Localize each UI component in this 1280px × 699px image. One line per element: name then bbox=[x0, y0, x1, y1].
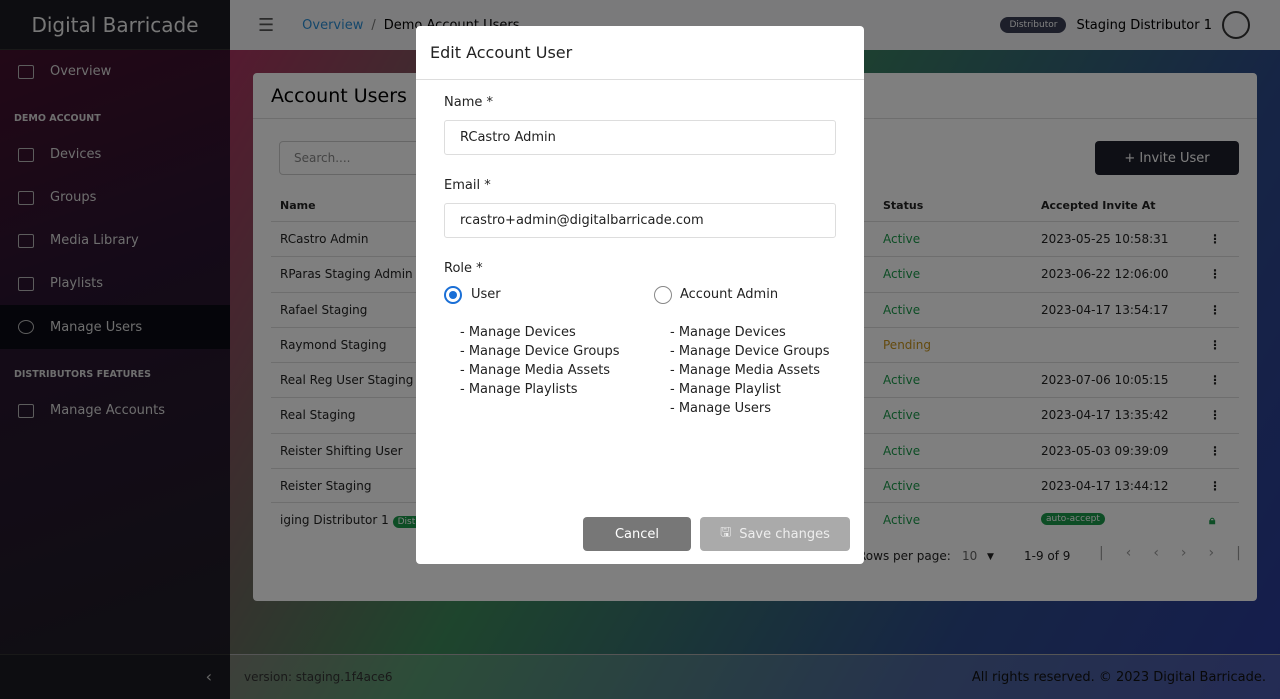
permission-item: - Manage Devices bbox=[460, 325, 576, 340]
email-input[interactable]: rcastro+admin@digitalbarricade.com bbox=[444, 203, 836, 238]
permission-item: - Manage Device Groups bbox=[670, 344, 830, 359]
admin-permissions: - Manage Devices - Manage Device Groups - … bbox=[670, 323, 830, 418]
role-account-admin-radio[interactable] bbox=[654, 286, 672, 304]
permission-item: - Manage Device Groups bbox=[460, 344, 620, 359]
user-permissions: - Manage Devices - Manage Device Groups - … bbox=[460, 323, 620, 399]
email-label: Email * bbox=[444, 178, 491, 193]
permission-item: - Manage Playlists bbox=[460, 382, 578, 397]
edit-account-user-dialog: Edit Account User Name * RCastro Admin E… bbox=[416, 26, 864, 564]
role-admin-label[interactable]: Account Admin bbox=[680, 287, 778, 302]
permission-item: - Manage Playlist bbox=[670, 382, 781, 397]
permission-item: - Manage Media Assets bbox=[670, 363, 821, 378]
role-label: Role * bbox=[444, 261, 483, 276]
permission-item: - Manage Devices bbox=[670, 325, 786, 340]
dialog-title: Edit Account User bbox=[416, 26, 864, 80]
role-user-label[interactable]: User bbox=[471, 287, 501, 302]
role-user-radio[interactable] bbox=[444, 286, 462, 304]
name-input[interactable]: RCastro Admin bbox=[444, 120, 836, 155]
name-label: Name * bbox=[444, 95, 493, 110]
permission-item: - Manage Media Assets bbox=[460, 363, 611, 378]
permission-item: - Manage Users bbox=[670, 401, 771, 416]
cancel-button[interactable]: Cancel bbox=[583, 517, 691, 551]
save-label: Save changes bbox=[739, 526, 830, 542]
save-icon: 🖫 bbox=[720, 525, 732, 540]
save-changes-button[interactable]: 🖫 Save changes bbox=[700, 517, 850, 551]
